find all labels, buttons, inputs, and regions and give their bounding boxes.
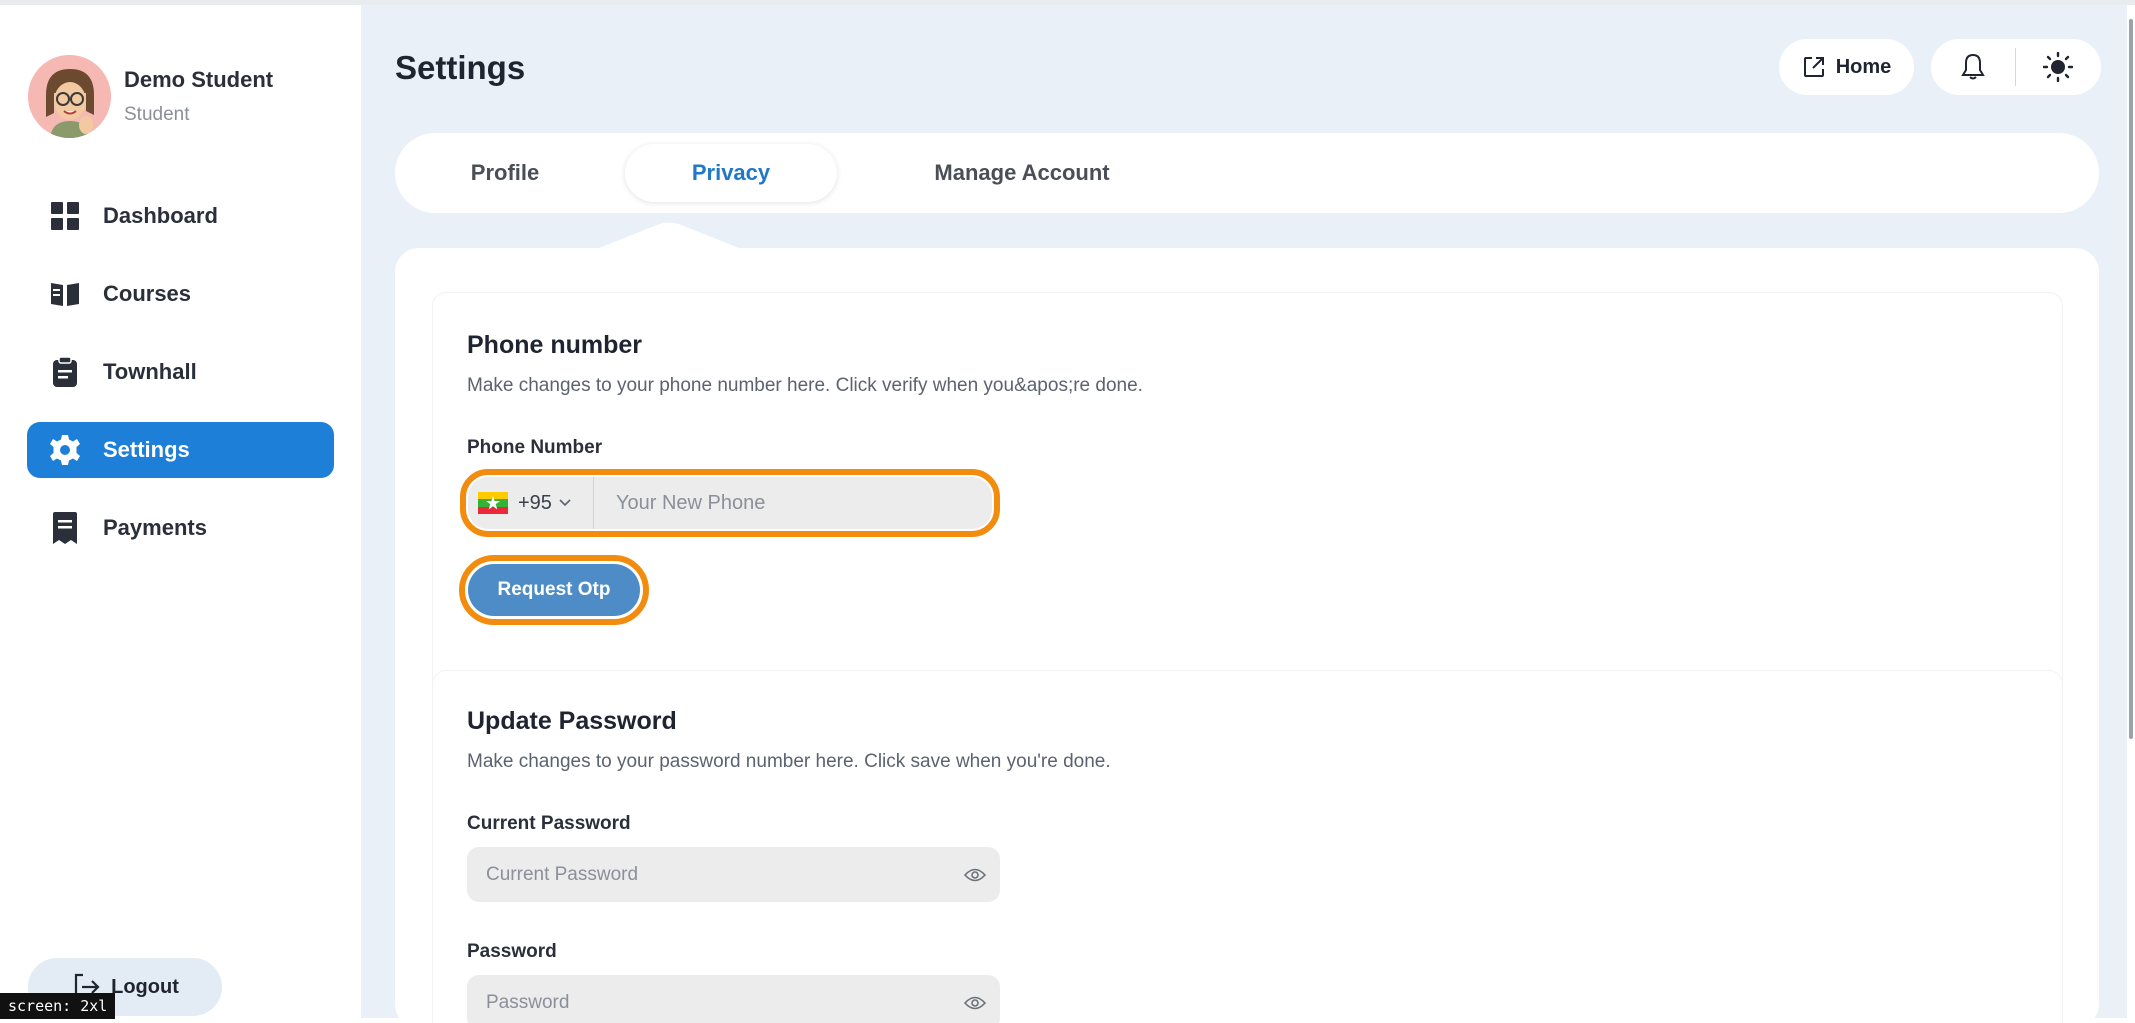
password-section-title: Update Password (467, 707, 677, 735)
password-label: Password (467, 941, 557, 962)
country-code: +95 (518, 491, 552, 514)
receipt-icon (49, 512, 81, 544)
sidebar-item-townhall[interactable]: Townhall (27, 344, 334, 400)
bell-icon (1961, 53, 1985, 80)
request-otp-highlight: Request Otp (459, 555, 649, 625)
tab-privacy[interactable]: Privacy (625, 144, 837, 202)
show-password-toggle[interactable] (950, 975, 1000, 1023)
logout-label: Logout (111, 975, 179, 998)
sidebar-nav: Dashboard Courses Townhall Settings Paym… (27, 188, 334, 578)
sidebar-item-payments[interactable]: Payments (27, 500, 334, 556)
main-content: Settings Home Profile Privacy Manage Acc… (361, 5, 2127, 1023)
page-title: Settings (395, 49, 526, 86)
book-open-icon (49, 278, 81, 310)
current-password-input[interactable] (467, 847, 950, 902)
sidebar-item-label: Courses (103, 281, 192, 306)
phone-section-title: Phone number (467, 331, 643, 359)
theme-toggle-button[interactable] (2016, 39, 2100, 95)
home-label: Home (1835, 55, 1892, 78)
clipboard-icon (49, 356, 81, 388)
country-code-select[interactable]: +95 (468, 477, 594, 529)
user-profile: Demo Student Student (28, 55, 273, 138)
phone-number-label: Phone Number (467, 437, 603, 458)
phone-section-description: Make changes to your phone number here. … (467, 375, 1143, 396)
scrollbar-thumb[interactable] (2129, 19, 2133, 739)
page-scrollbar[interactable] (2127, 5, 2135, 1018)
home-button[interactable]: Home (1779, 39, 1914, 95)
sidebar-item-label: Townhall (103, 359, 197, 384)
eye-icon (964, 868, 986, 881)
sidebar-item-dashboard[interactable]: Dashboard (27, 188, 334, 244)
avatar (28, 55, 111, 138)
sidebar-item-settings[interactable]: Settings (27, 422, 334, 478)
sidebar-item-label: Dashboard (103, 203, 218, 228)
show-password-toggle[interactable] (950, 847, 1000, 902)
screen-size-badge: screen: 2xl (0, 993, 116, 1019)
eye-icon (964, 996, 986, 1009)
header-actions (1931, 39, 2101, 95)
tab-manage-account[interactable]: Manage Account (877, 144, 1167, 202)
sidebar-item-label: Settings (103, 437, 190, 462)
chevron-down-icon (559, 499, 571, 507)
dashboard-grid-icon (49, 200, 81, 232)
privacy-panel: Phone number Make changes to your phone … (395, 248, 2099, 1023)
gear-icon (49, 434, 81, 466)
request-otp-button[interactable]: Request Otp (468, 564, 640, 616)
user-role: Student (124, 104, 190, 125)
external-link-icon (1803, 57, 1824, 77)
phone-number-card: Phone number Make changes to your phone … (432, 292, 2063, 692)
phone-input-group: +95 (468, 477, 992, 529)
current-password-label: Current Password (467, 813, 631, 834)
password-section-description: Make changes to your password number her… (467, 751, 1111, 772)
notifications-button[interactable] (1931, 39, 2015, 95)
sidebar: Demo Student Student Dashboard Courses T… (0, 5, 361, 1018)
password-field (467, 975, 1000, 1023)
sidebar-item-label: Payments (103, 515, 207, 540)
myanmar-flag-icon (478, 492, 508, 514)
user-name: Demo Student (124, 67, 274, 92)
phone-number-input[interactable] (594, 477, 992, 529)
sidebar-item-courses[interactable]: Courses (27, 266, 334, 322)
avatar-illustration (28, 55, 111, 138)
current-password-field (467, 847, 1000, 902)
sun-icon (2043, 52, 2073, 82)
settings-tabs: Profile Privacy Manage Account (395, 133, 2099, 213)
password-input[interactable] (467, 975, 950, 1023)
update-password-card: Update Password Make changes to your pas… (432, 670, 2063, 1023)
tab-profile[interactable]: Profile (405, 144, 605, 202)
phone-input-highlight: +95 (460, 469, 1000, 537)
